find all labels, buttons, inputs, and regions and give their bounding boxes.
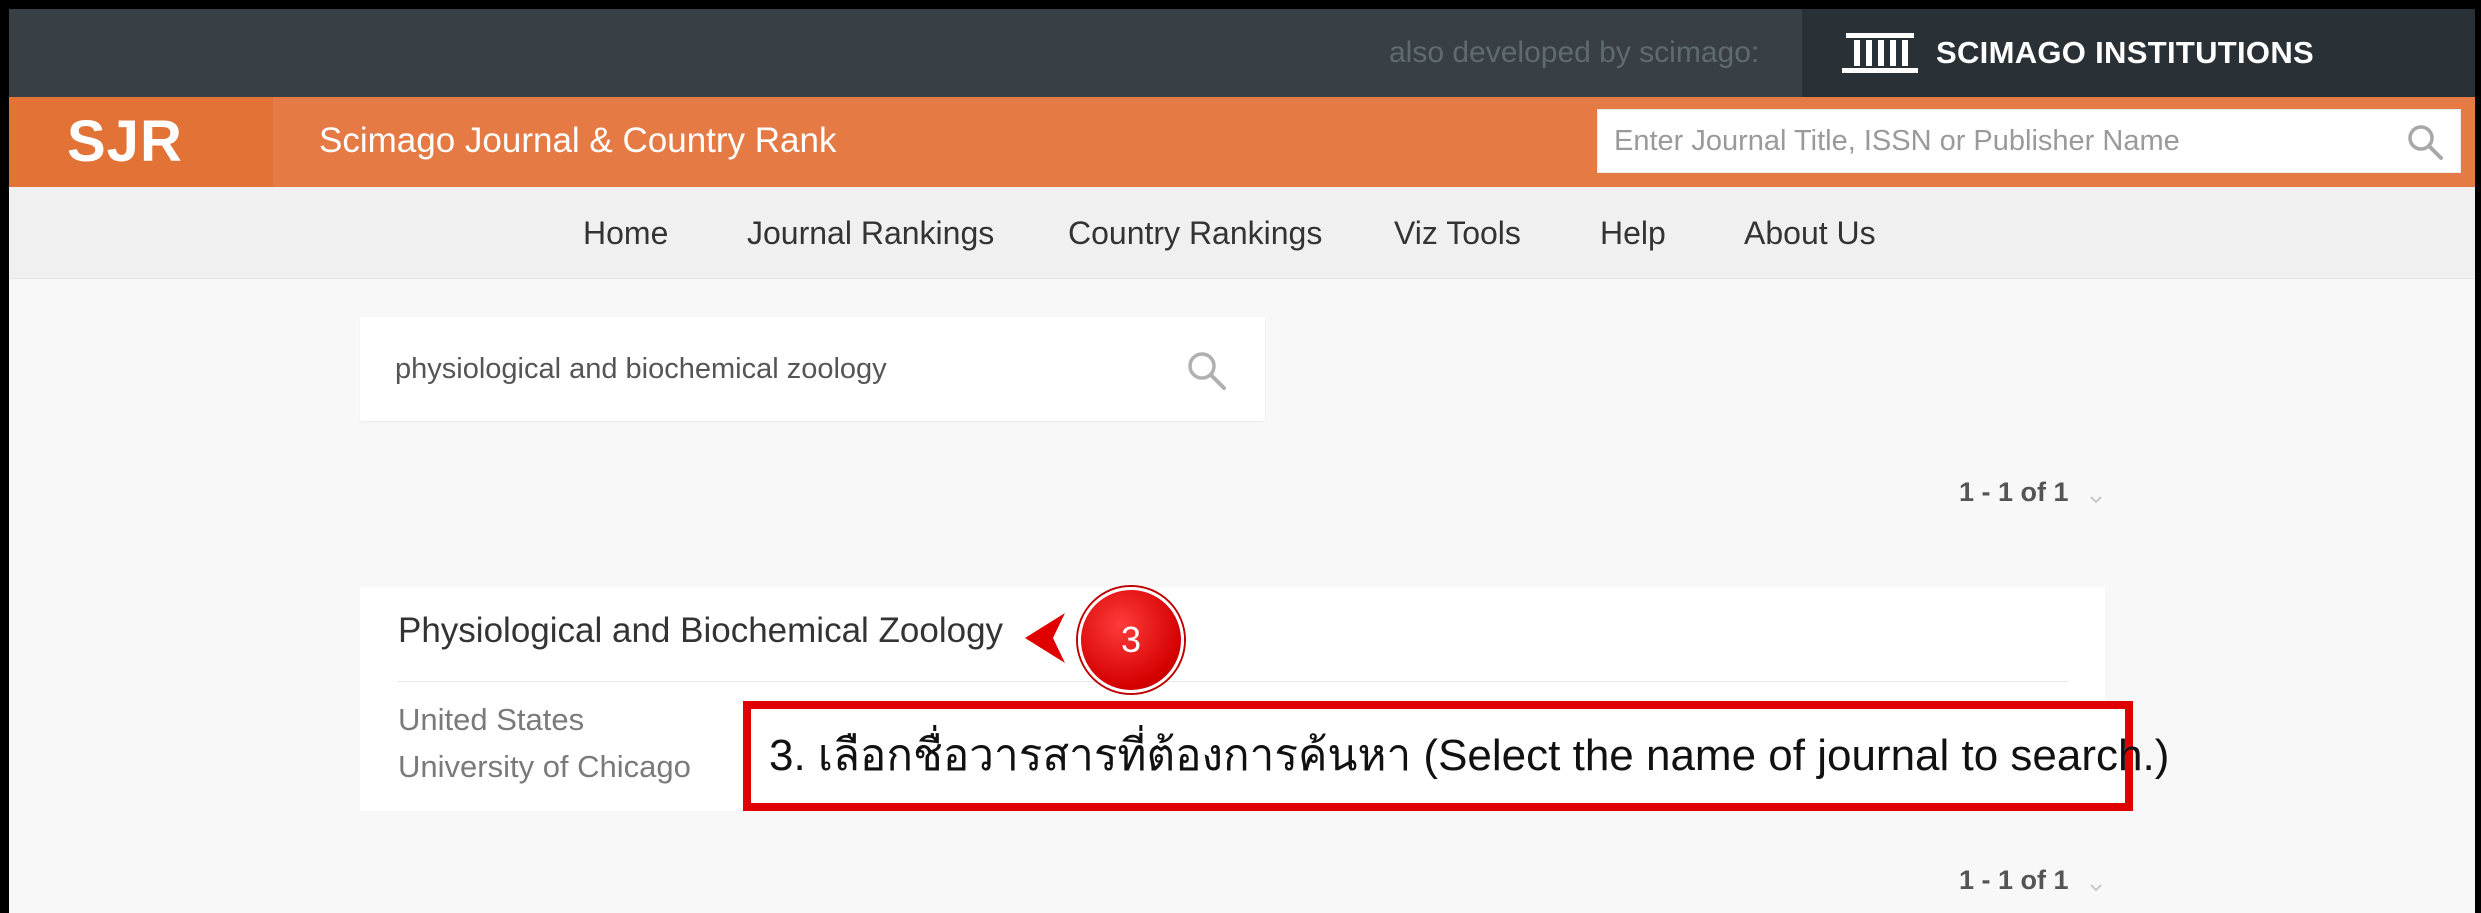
columns-building-icon [1842,33,1918,73]
pagination-info-bottom: 1 - 1 of 1 [1959,865,2069,895]
journal-country: United States [398,702,585,737]
site-title[interactable]: Scimago Journal & Country Rank [319,97,836,187]
journal-title-link[interactable]: Physiological and Biochemical Zoology [398,611,1003,651]
nav-viz-tools[interactable]: Viz Tools [1394,187,1521,279]
journal-search-input[interactable] [360,317,1160,421]
nav-journal-rankings[interactable]: Journal Rankings [747,187,994,279]
nav-country-rankings[interactable]: Country Rankings [1068,187,1322,279]
institutions-link-label: SCIMAGO INSTITUTIONS RANKINGS [1936,35,2314,158]
scimago-institutions-link[interactable]: SCIMAGO INSTITUTIONS RANKINGS [1802,9,2475,158]
browser-viewport: also developed by scimago: SCIMAGO INSTI… [9,9,2475,913]
instruction-text: 3. เลือกชื่อวารสารที่ต้องการค้นหา (Selec… [769,731,2170,780]
chevron-down-icon[interactable] [2089,880,2103,894]
also-developed-label: also developed by scimago: [1389,36,1760,69]
search-icon[interactable] [2406,123,2444,161]
site-header: SJR Scimago Journal & Country Rank [9,97,2475,187]
instruction-callout: 3. เลือกชื่อวารสารที่ต้องการค้นหา (Selec… [743,701,2169,811]
step-badge: 3 [1078,587,1184,693]
nav-about-us[interactable]: About Us [1744,187,1876,279]
nav-help[interactable]: Help [1600,187,1666,279]
nav-home[interactable]: Home [583,187,668,279]
header-search-box [1597,109,2461,173]
pagination-info: 1 - 1 of 1 [1959,477,2069,507]
sjr-logo[interactable]: SJR [9,97,273,187]
header-search-input[interactable] [1598,110,2388,172]
pointer-arrow-icon [1025,613,1065,663]
chevron-down-icon[interactable] [2089,492,2103,506]
search-icon[interactable] [1185,349,1227,391]
main-nav: Home Journal Rankings Country Rankings V… [9,187,2475,279]
top-bar: also developed by scimago: SCIMAGO INSTI… [9,9,2475,158]
journal-search-box [360,317,1265,421]
divider [398,681,2068,682]
journal-publisher: University of Chicago [398,749,691,784]
